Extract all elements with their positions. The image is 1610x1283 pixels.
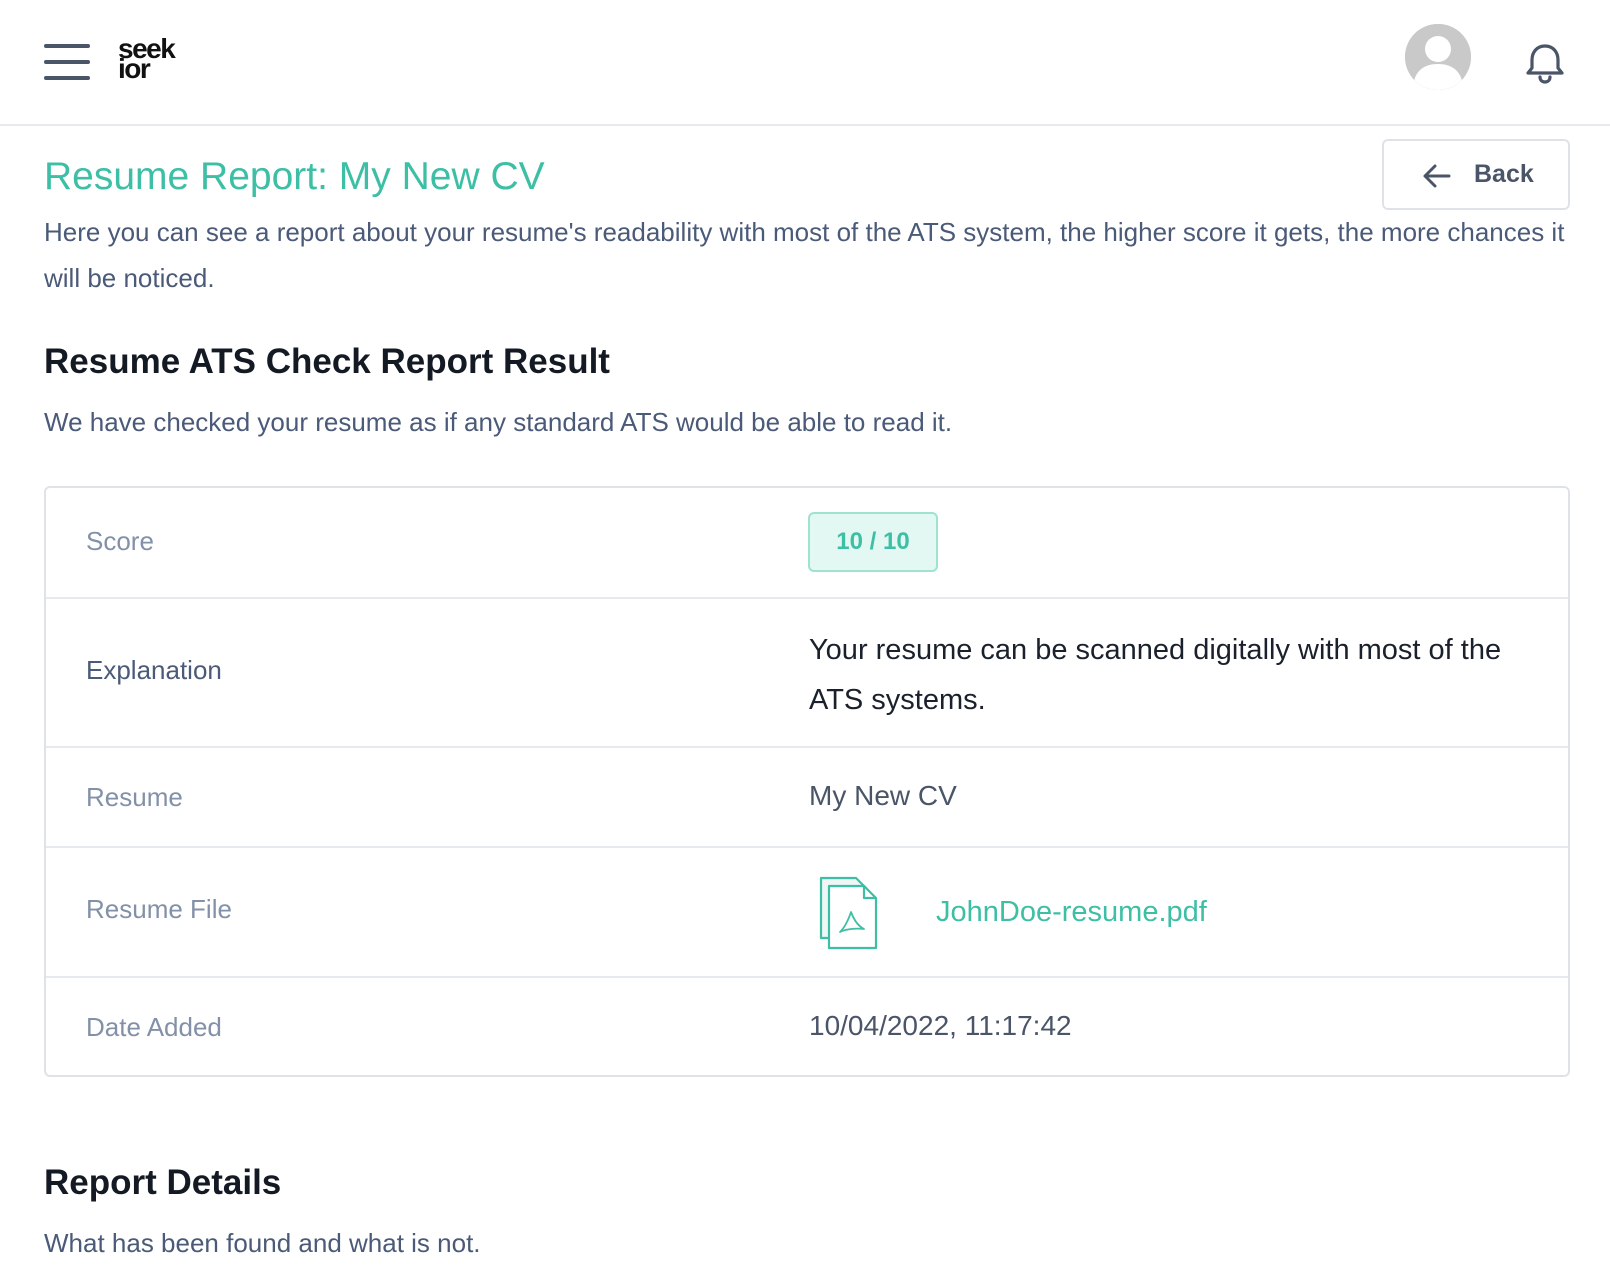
date-added-label: Date Added: [86, 1012, 222, 1042]
page-title: Resume Report: My New CV: [44, 155, 545, 198]
arrow-left-icon: [1422, 163, 1452, 192]
date-added-value: 10/04/2022, 11:17:42: [809, 1010, 1072, 1041]
table-row-explanation: Explanation Your resume can be scanned d…: [46, 599, 1568, 748]
table-row-resume-file: Resume File JohnDoe-resume.pdf: [46, 848, 1568, 978]
report-result-table: Score 10 / 10 Explanation Your resume ca…: [44, 486, 1570, 1077]
resume-file-link[interactable]: JohnDoe-resume.pdf: [936, 896, 1207, 929]
ats-section-title: Resume ATS Check Report Result: [44, 342, 610, 381]
table-row-date-added: Date Added 10/04/2022, 11:17:42: [46, 978, 1568, 1079]
user-avatar-icon[interactable]: [1405, 24, 1471, 90]
bell-icon[interactable]: [1525, 42, 1565, 84]
resume-label: Resume: [86, 782, 183, 812]
pdf-file-icon[interactable]: [818, 874, 880, 950]
menu-icon[interactable]: [44, 44, 90, 80]
resume-name-value: My New CV: [809, 780, 957, 811]
top-navigation-bar: seek ior: [0, 0, 1610, 126]
back-button[interactable]: Back: [1382, 139, 1570, 210]
back-button-label: Back: [1474, 160, 1534, 188]
explanation-label: Explanation: [86, 655, 222, 685]
score-badge: 10 / 10: [808, 512, 938, 572]
table-row-resume: Resume My New CV: [46, 748, 1568, 848]
ats-section-subtitle: We have checked your resume as if any st…: [44, 407, 953, 437]
brand-logo[interactable]: seek ior: [118, 35, 188, 84]
score-label: Score: [86, 526, 154, 556]
logo-text-bottom: ior: [118, 53, 151, 84]
resume-file-label: Resume File: [86, 894, 232, 924]
explanation-value: Your resume can be scanned digitally wit…: [809, 634, 1502, 716]
report-details-title: Report Details: [44, 1163, 282, 1202]
report-details-subtitle: What has been found and what is not.: [44, 1228, 481, 1258]
table-row-score: Score 10 / 10: [46, 488, 1568, 599]
page-intro-text: Here you can see a report about your res…: [44, 217, 1565, 293]
